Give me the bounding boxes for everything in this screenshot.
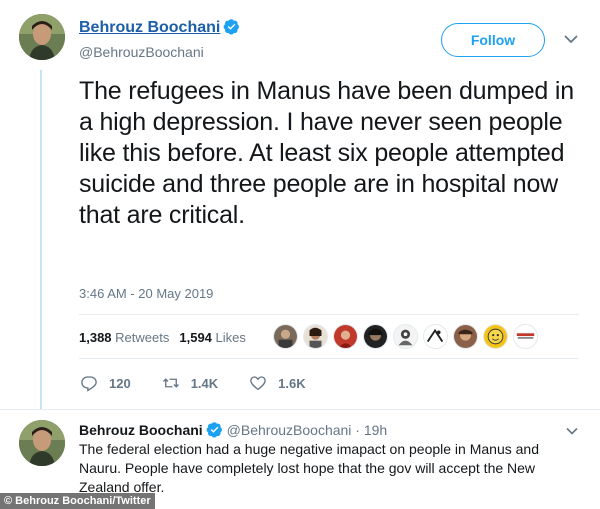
reply-count: 120 (109, 375, 131, 391)
liker-avatars (273, 324, 538, 349)
heart-icon (250, 376, 266, 391)
retweets-label: Retweets (115, 330, 170, 345)
tweet-stats: 1,388 Retweets 1,594 Likes (79, 330, 246, 345)
liker-avatar[interactable] (483, 324, 508, 349)
liker-avatar[interactable] (513, 324, 538, 349)
liker-avatar[interactable] (303, 324, 328, 349)
liker-avatar[interactable] (453, 324, 478, 349)
like-count: 1.6K (278, 375, 306, 391)
retweet-icon (162, 378, 179, 388)
liker-avatar[interactable] (423, 324, 448, 349)
reply-author-avatar[interactable] (19, 420, 65, 466)
chevron-down-icon[interactable] (564, 34, 578, 44)
retweets-count: 1,388 (79, 330, 112, 345)
thread-connector-line (40, 70, 42, 410)
avatar-image (19, 14, 65, 60)
liker-avatar[interactable] (393, 324, 418, 349)
reply-button[interactable]: 120 (79, 374, 131, 392)
retweet-button[interactable]: 1.4K (161, 374, 218, 392)
divider (0, 409, 600, 410)
likes-stat[interactable]: 1,594 Likes (179, 330, 246, 345)
tweet-actions: 120 1.4K 1.6K (79, 374, 336, 392)
author-name[interactable]: Behrouz Boochani (79, 18, 240, 37)
likes-label: Likes (215, 330, 246, 345)
author-name-text[interactable]: Behrouz Boochani (79, 19, 220, 36)
reply-text: The federal election had a huge negative… (79, 441, 539, 495)
tweet-timestamp[interactable]: 3:46 AM - 20 May 2019 (79, 286, 213, 301)
avatar-image (19, 420, 65, 466)
verified-badge-icon (223, 19, 240, 35)
reply-author-handle[interactable]: @BehrouzBoochani · 19h (227, 422, 388, 438)
divider (79, 314, 579, 315)
chevron-down-icon[interactable] (566, 427, 578, 435)
liker-avatar[interactable] (333, 324, 358, 349)
reply-header: Behrouz Boochani @BehrouzBoochani · 19h (79, 421, 387, 438)
reply-author-name[interactable]: Behrouz Boochani (79, 422, 203, 438)
liker-avatar[interactable] (363, 324, 388, 349)
divider (79, 358, 579, 359)
reply-icon (81, 376, 97, 392)
liker-avatar[interactable] (273, 324, 298, 349)
like-button[interactable]: 1.6K (248, 374, 306, 392)
likes-count: 1,594 (179, 330, 212, 345)
author-handle[interactable]: @BehrouzBoochani (79, 44, 204, 60)
verified-badge-icon (206, 422, 222, 438)
retweet-count: 1.4K (190, 375, 219, 391)
author-avatar[interactable] (19, 14, 65, 60)
image-credit: © Behrouz Boochani/Twitter (0, 493, 155, 509)
retweets-stat[interactable]: 1,388 Retweets (79, 330, 169, 345)
follow-button[interactable]: Follow (441, 23, 545, 57)
tweet-text: The refugees in Manus have been dumped i… (79, 77, 574, 229)
